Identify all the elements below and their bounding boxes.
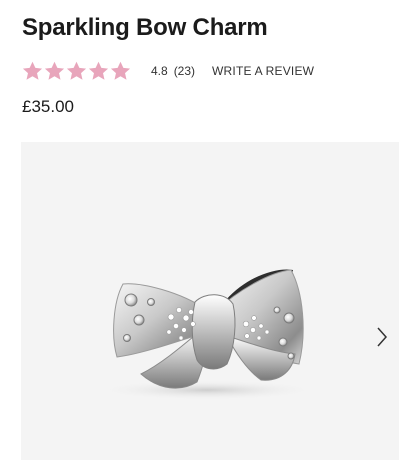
star-icon	[110, 61, 131, 81]
star-rating[interactable]	[22, 61, 131, 81]
star-icon	[88, 61, 109, 81]
rating-value: 4.8	[151, 64, 168, 78]
rating-row: 4.8 (23) WRITE A REVIEW	[22, 58, 314, 84]
star-icon	[66, 61, 87, 81]
review-count[interactable]: (23)	[174, 64, 195, 78]
product-price: £35.00	[22, 97, 74, 116]
product-title: Sparkling Bow Charm	[22, 14, 268, 41]
write-review-link[interactable]: WRITE A REVIEW	[212, 64, 314, 78]
chevron-right-icon	[376, 326, 388, 353]
product-gallery[interactable]	[21, 142, 399, 460]
next-image-button[interactable]	[371, 324, 393, 354]
product-image	[97, 269, 317, 400]
star-icon	[22, 61, 43, 81]
star-icon	[44, 61, 65, 81]
